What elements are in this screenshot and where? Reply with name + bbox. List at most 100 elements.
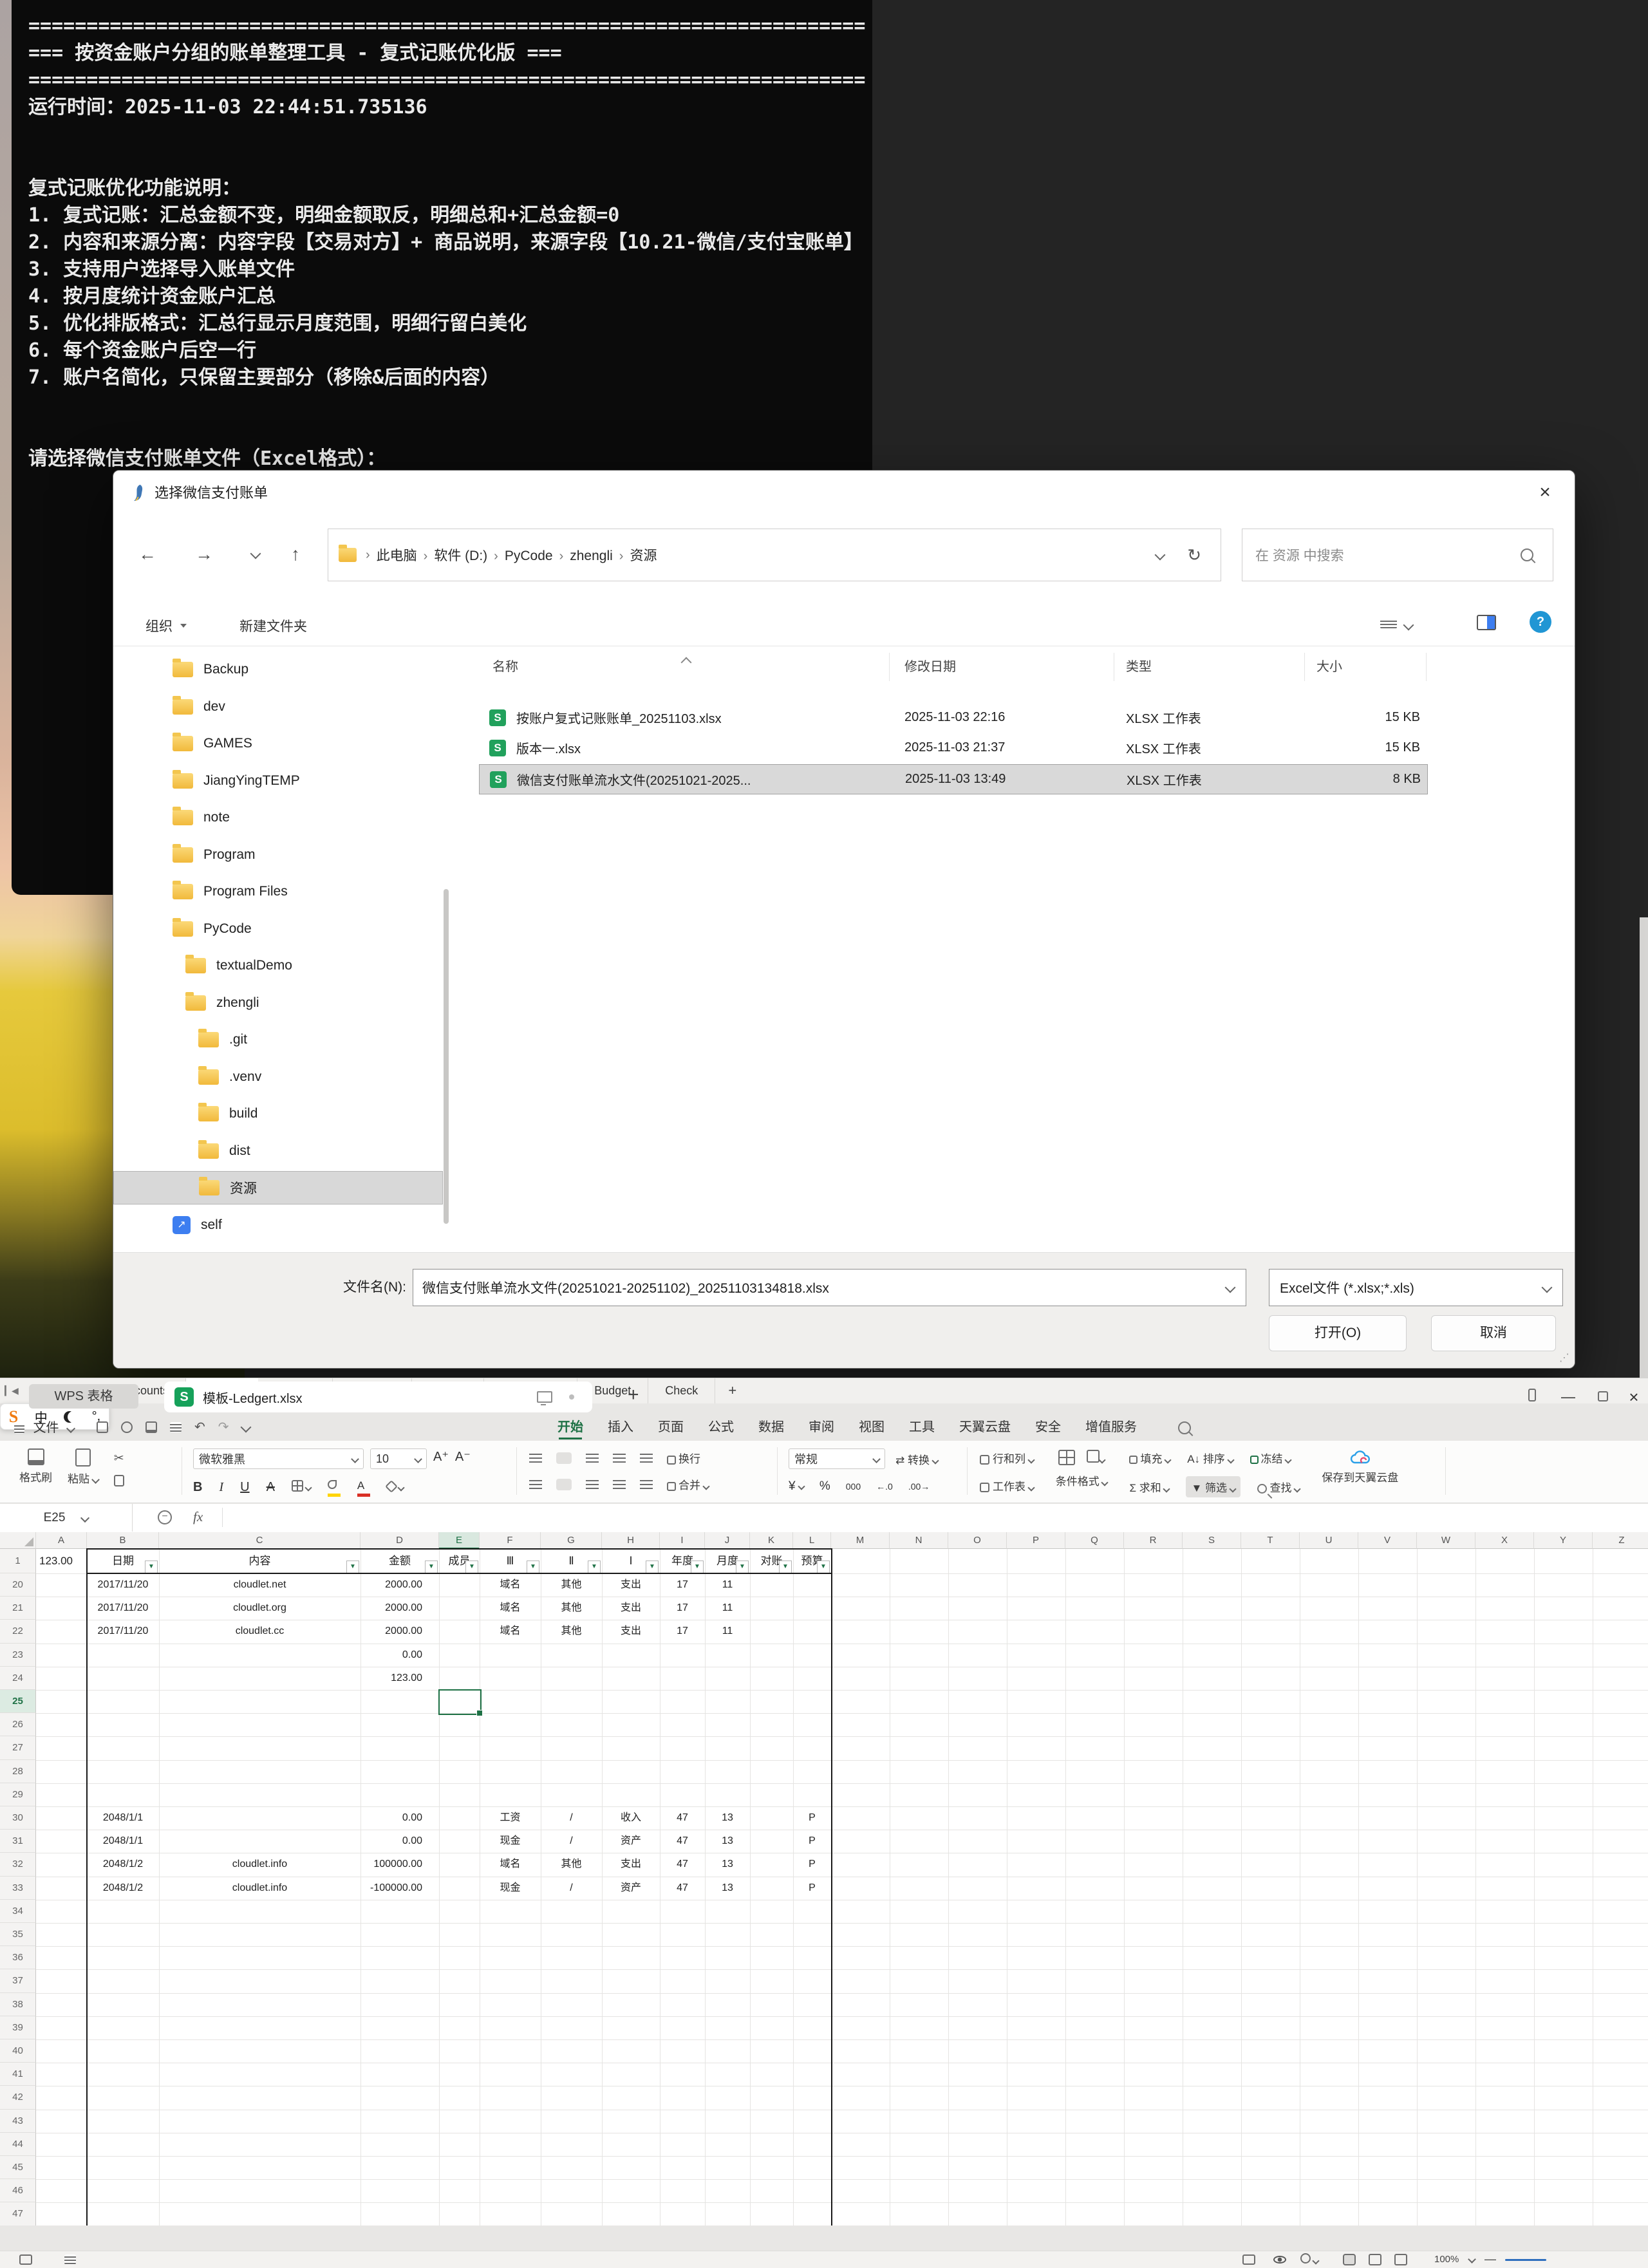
cell-C21[interactable]: cloudlet.org [159, 1597, 360, 1620]
row-gutter-41[interactable]: 41 [0, 2063, 36, 2086]
search-icon[interactable] [1521, 548, 1533, 561]
column-header-M[interactable]: M [831, 1532, 890, 1549]
wps-home-button[interactable]: WPS 表格 [29, 1384, 138, 1409]
organize-button[interactable]: 组织 [145, 609, 187, 645]
fill-button[interactable]: 填充 [1129, 1450, 1170, 1466]
cell-H21[interactable]: 支出 [602, 1597, 660, 1620]
column-header-size[interactable]: 大小 [1316, 653, 1342, 681]
tree-item--git[interactable]: .git [113, 1023, 443, 1056]
add-sheet-icon[interactable]: + [715, 1378, 749, 1403]
document-tab[interactable]: S 模板-Ledgert.xlsx [164, 1382, 592, 1412]
column-header-name[interactable]: 名称 [492, 653, 518, 681]
cell-J22[interactable]: 11 [705, 1620, 750, 1643]
filter-icon-F1[interactable]: ▼ [527, 1560, 539, 1573]
row-gutter-36[interactable]: 36 [0, 1946, 36, 1969]
filter-icon-C1[interactable]: ▼ [346, 1560, 359, 1573]
cell-L31[interactable]: P [793, 1830, 831, 1853]
filter-icon-L1[interactable]: ▼ [817, 1560, 830, 1573]
filter-icon-E1[interactable]: ▼ [465, 1560, 478, 1573]
tree-item-Backup[interactable]: Backup [113, 653, 443, 686]
row-gutter-35[interactable]: 35 [0, 1923, 36, 1946]
column-header-K[interactable]: K [750, 1532, 793, 1549]
cell-F21[interactable]: 域名 [480, 1597, 541, 1620]
cell-D20[interactable]: 2000.00 [360, 1573, 439, 1597]
convert-button[interactable]: ⇄ 转换 [895, 1451, 938, 1467]
tree-item-dist[interactable]: dist [113, 1134, 443, 1168]
worksheet-button[interactable]: 工作表 [980, 1477, 1034, 1494]
row-gutter-21[interactable]: 21 [0, 1597, 36, 1620]
column-header-J[interactable]: J [705, 1532, 750, 1549]
select-all-corner[interactable] [0, 1532, 36, 1549]
breadcrumb-item[interactable]: 资源 [626, 548, 660, 563]
tree-item-dev[interactable]: dev [113, 690, 443, 724]
print-icon[interactable] [145, 1421, 157, 1433]
filter-icon-D1[interactable]: ▼ [425, 1560, 438, 1573]
cell-C1[interactable]: 内容 [159, 1549, 360, 1573]
row-gutter-40[interactable]: 40 [0, 2039, 36, 2063]
cell-J20[interactable]: 11 [705, 1573, 750, 1597]
open-button[interactable]: 打开(O) [1269, 1315, 1407, 1351]
decrease-font-icon[interactable]: A⁻ [455, 1448, 471, 1469]
file-row[interactable]: S版本一.xlsx2025-11-03 21:37XLSX 工作表15 KB [479, 733, 1428, 763]
align-left-icon[interactable] [529, 1480, 542, 1489]
column-header-P[interactable]: P [1007, 1532, 1065, 1549]
print-preview-icon[interactable] [170, 1422, 182, 1432]
font-color-icon[interactable]: A [357, 1478, 370, 1497]
cell-B20[interactable]: 2017/11/20 [87, 1573, 159, 1597]
cell-H33[interactable]: 资产 [602, 1877, 660, 1900]
cell-I22[interactable]: 17 [660, 1620, 705, 1643]
dialog-close-icon[interactable]: × [1527, 477, 1563, 508]
restore-icon[interactable] [1589, 1385, 1617, 1409]
outline-status-icon[interactable] [64, 2254, 76, 2265]
breadcrumb-item[interactable]: 软件 (D:) [430, 548, 491, 563]
help-icon[interactable]: ? [1530, 611, 1551, 633]
recent-locations-icon[interactable] [239, 535, 272, 574]
tree-item-Program-Files[interactable]: Program Files [113, 875, 443, 908]
row-gutter-44[interactable]: 44 [0, 2133, 36, 2156]
cell-A1[interactable]: 123.00 [36, 1549, 87, 1573]
row-gutter-30[interactable]: 30 [0, 1806, 36, 1830]
tree-scrollbar[interactable] [444, 889, 449, 1224]
filter-icon-G1[interactable]: ▼ [588, 1560, 601, 1573]
copy-icon[interactable] [114, 1475, 124, 1486]
cell-H31[interactable]: 资产 [602, 1830, 660, 1853]
cancel-button[interactable]: 取消 [1431, 1315, 1556, 1351]
bold-icon[interactable]: B [193, 1480, 202, 1495]
column-header-L[interactable]: L [793, 1532, 831, 1549]
row-gutter-25[interactable]: 25 [0, 1690, 36, 1713]
table-tools-icon[interactable] [1242, 2254, 1255, 2265]
column-header-Y[interactable]: Y [1534, 1532, 1593, 1549]
row-gutter-45[interactable]: 45 [0, 2156, 36, 2179]
cell-J33[interactable]: 13 [705, 1877, 750, 1900]
column-header-X[interactable]: X [1475, 1532, 1534, 1549]
decrease-indent-icon[interactable] [613, 1454, 626, 1463]
ribbon-tab-开始[interactable]: 开始 [555, 1415, 586, 1441]
quick-access-toolbar[interactable]: ↶ ↷ [97, 1419, 250, 1435]
breadcrumb-item[interactable]: PyCode [501, 548, 557, 563]
cell-F31[interactable]: 现金 [480, 1830, 541, 1853]
breadcrumb-item[interactable]: zhengli [566, 548, 617, 563]
column-header-H[interactable]: H [602, 1532, 660, 1549]
cell-I31[interactable]: 47 [660, 1830, 705, 1853]
ribbon-search-icon[interactable] [1178, 1421, 1191, 1438]
new-folder-button[interactable]: 新建文件夹 [239, 609, 307, 645]
zoom-dropdown-icon[interactable] [1468, 2255, 1476, 2263]
cell-J21[interactable]: 11 [705, 1597, 750, 1620]
ribbon-tab-视图[interactable]: 视图 [856, 1415, 887, 1441]
row-gutter-34[interactable]: 34 [0, 1900, 36, 1923]
address-dropdown-icon[interactable] [1155, 550, 1166, 561]
filter-icon-H1[interactable]: ▼ [646, 1560, 659, 1573]
cell-G22[interactable]: 其他 [541, 1620, 602, 1643]
tree-item-PyCode[interactable]: PyCode [113, 912, 443, 946]
filter-icon-K1[interactable]: ▼ [779, 1560, 792, 1573]
cond-format-button[interactable]: 条件格式 [1056, 1472, 1108, 1488]
row-gutter-43[interactable]: 43 [0, 2110, 36, 2133]
cell-H20[interactable]: 支出 [602, 1573, 660, 1597]
cell-F32[interactable]: 域名 [480, 1853, 541, 1876]
collapse-formula-icon[interactable]: − [158, 1510, 172, 1524]
cell-C22[interactable]: cloudlet.cc [159, 1620, 360, 1643]
filter-icon-B1[interactable]: ▼ [145, 1560, 158, 1573]
row-gutter-42[interactable]: 42 [0, 2086, 36, 2109]
column-header-date[interactable]: 修改日期 [904, 653, 956, 681]
row-gutter-29[interactable]: 29 [0, 1783, 36, 1806]
